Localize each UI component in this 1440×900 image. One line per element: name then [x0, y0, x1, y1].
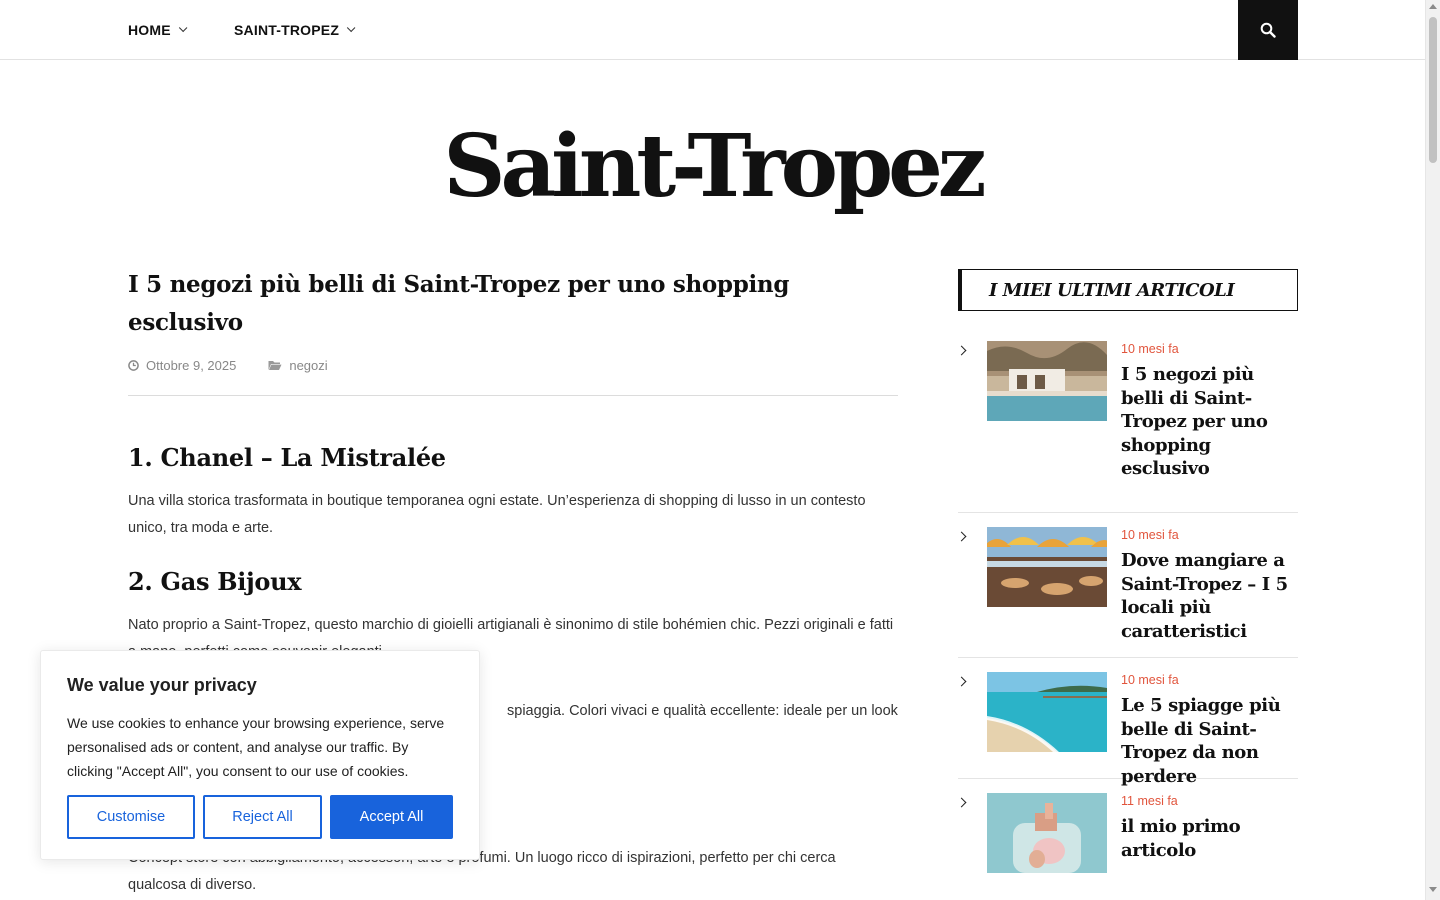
chevron-right-icon	[956, 531, 967, 542]
top-navigation: HOME SAINT-TROPEZ	[0, 0, 1425, 60]
scroll-up-icon[interactable]	[1429, 4, 1437, 9]
post-text: 10 mesi fa Dove mangiare a Saint-Tropez …	[1121, 527, 1299, 643]
cookie-description: We use cookies to enhance your browsing …	[67, 715, 445, 779]
post-thumbnail[interactable]	[987, 341, 1107, 421]
cookie-buttons: Customise Reject All Accept All	[67, 795, 461, 839]
post-age: 11 mesi fa	[1121, 794, 1178, 808]
section-text: Una villa storica trasformata in boutiqu…	[128, 493, 866, 536]
nav-item-home[interactable]: HOME	[128, 0, 188, 60]
chevron-right-icon	[956, 345, 967, 356]
recent-post-item[interactable]: 10 mesi fa I 5 negozi più belli di Saint…	[956, 341, 1299, 513]
recent-post-item[interactable]: 11 mesi fa il mio primo articolo	[956, 779, 1299, 889]
post-link[interactable]: I 5 negozi più belli di Saint-Tropez per…	[1121, 363, 1299, 481]
post-thumbnail[interactable]	[987, 793, 1107, 873]
accept-all-button[interactable]: Accept All	[330, 795, 453, 839]
search-button[interactable]	[1238, 0, 1298, 60]
cookie-title: We value your privacy	[67, 675, 257, 695]
section-heading: 2. Gas Bijoux	[128, 567, 302, 596]
post-age: 10 mesi fa	[1121, 342, 1179, 356]
clock-icon	[128, 360, 139, 371]
post-thumbnail[interactable]	[987, 527, 1107, 607]
customise-button[interactable]: Customise	[67, 795, 195, 839]
post-age: 10 mesi fa	[1121, 528, 1179, 542]
scrollbar-thumb[interactable]	[1429, 17, 1437, 163]
chevron-right-icon	[956, 797, 967, 808]
post-date[interactable]: Ottobre 9, 2025	[128, 358, 236, 373]
section-text: spiaggia. Colori vivaci e qualità eccell…	[507, 703, 898, 719]
chevron-down-icon	[178, 23, 188, 33]
post-text: 10 mesi fa I 5 negozi più belli di Saint…	[1121, 341, 1299, 481]
nav-item-saint-tropez[interactable]: SAINT-TROPEZ	[234, 0, 356, 60]
post-category-link: negozi	[289, 358, 328, 373]
recent-post-item[interactable]: 10 mesi fa Dove mangiare a Saint-Tropez …	[956, 513, 1299, 658]
nav-saint-tropez-label: SAINT-TROPEZ	[234, 22, 340, 38]
sidebar-recent-posts: I MIEI ULTIMI ARTICOLI 10 mesi fa I 5 ne…	[956, 269, 1299, 889]
recent-post-item[interactable]: 10 mesi fa Le 5 spiagge più belle di Sai…	[956, 658, 1298, 787]
post-text: 10 mesi fa Le 5 spiagge più belle di Sai…	[1121, 672, 1299, 788]
section-heading: 1. Chanel – La Mistralée	[128, 443, 446, 472]
cookie-consent-banner: We value your privacy We use cookies to …	[40, 650, 480, 860]
scroll-down-icon[interactable]	[1429, 887, 1437, 892]
site-title[interactable]: Saint-Tropez	[0, 112, 1425, 222]
post-link[interactable]: Dove mangiare a Saint-Tropez – I 5 local…	[1121, 549, 1299, 643]
post-date-text: Ottobre 9, 2025	[146, 358, 237, 373]
nav-home-label: HOME	[128, 22, 171, 38]
chevron-right-icon	[956, 676, 967, 687]
search-icon	[1260, 22, 1276, 38]
article: I 5 negozi più belli di Saint-Tropez per…	[128, 266, 898, 666]
post-text: 11 mesi fa il mio primo articolo	[1121, 793, 1299, 862]
post-thumbnail[interactable]	[987, 672, 1107, 752]
widget-title: I MIEI ULTIMI ARTICOLI	[958, 269, 1298, 311]
post-link[interactable]: il mio primo articolo	[1121, 815, 1299, 862]
folder-icon	[268, 361, 282, 370]
page-scrollbar[interactable]	[1425, 0, 1440, 900]
post-link[interactable]: Le 5 spiagge più belle di Saint-Tropez d…	[1121, 694, 1299, 788]
post-category[interactable]: negozi	[268, 358, 328, 373]
chevron-down-icon	[346, 23, 356, 33]
post-meta: Ottobre 9, 2025 negozi	[128, 358, 898, 396]
post-title: I 5 negozi più belli di Saint-Tropez per…	[128, 271, 790, 336]
post-age: 10 mesi fa	[1121, 673, 1179, 687]
reject-all-button[interactable]: Reject All	[203, 795, 322, 839]
